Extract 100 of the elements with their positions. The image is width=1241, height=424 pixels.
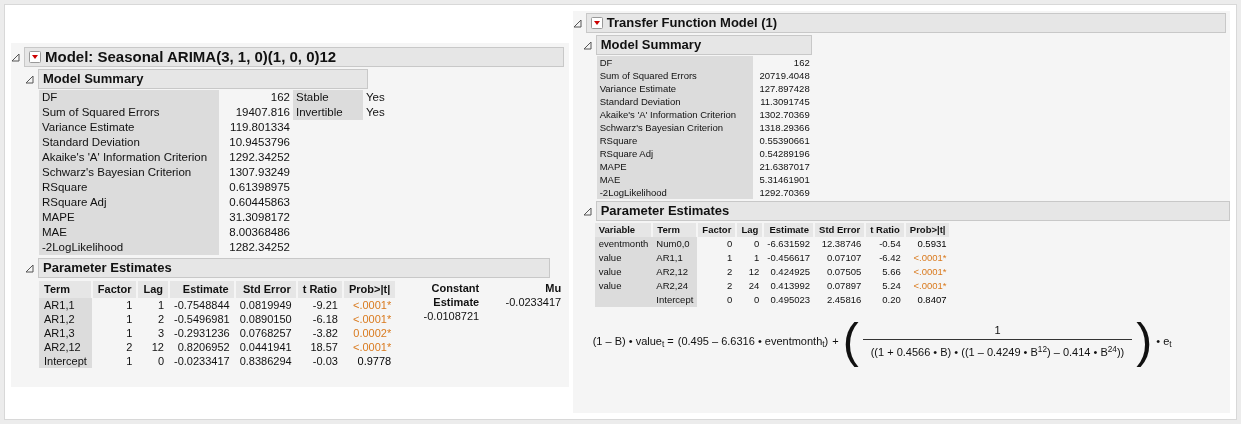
stat-value: 1292.70369 — [758, 186, 811, 199]
table-cell: -0.5496981 — [174, 312, 230, 325]
p-value: <.0001* — [913, 280, 947, 292]
p-value: <.0001* — [353, 312, 392, 325]
column-header: Lag — [736, 223, 764, 238]
stat-value: 0.55390661 — [758, 134, 811, 147]
table-cell: 0 — [727, 238, 733, 250]
table-cell: 5.66 — [882, 266, 901, 278]
column-header: Factor — [91, 281, 138, 298]
p-value: <.0001* — [353, 340, 392, 353]
table-cell: 0.07107 — [826, 252, 862, 264]
section-header[interactable]: Model: Seasonal ARIMA(3, 1, 0)(1, 0, 0)12 — [24, 47, 564, 67]
dropdown-menu-icon[interactable] — [590, 17, 603, 29]
column-header: Estimate — [169, 281, 235, 298]
table-cell: 1 — [126, 298, 133, 311]
column-header: Prob>|t| — [904, 223, 951, 238]
column-header: Factor — [697, 223, 737, 238]
stat-label: MAE — [596, 173, 753, 186]
stat-value: 119.801334 — [229, 120, 291, 135]
column-header: Std Error — [234, 281, 297, 298]
table-cell: value — [598, 266, 622, 278]
table-cell: AR1,1 — [656, 252, 683, 264]
stat-value: 0.54289196 — [758, 147, 811, 160]
table-cell: Num0,0 — [656, 238, 690, 250]
column-header: Estimate — [763, 223, 815, 238]
table-cell: 0.07505 — [826, 266, 862, 278]
table-cell: 0 — [753, 238, 760, 250]
table-cell: 0.07897 — [826, 280, 862, 292]
stat-label: MAE — [39, 225, 219, 240]
stat-label: RSquare Adj — [596, 147, 753, 160]
disclosure-triangle-icon[interactable] — [582, 206, 592, 216]
stat-value: 5.31461901 — [758, 173, 811, 186]
stat-value: 162 — [269, 90, 291, 105]
constant-label: Constant Estimate — [430, 281, 480, 309]
p-value: <.0001* — [913, 266, 947, 278]
column-header: t Ratio — [865, 223, 905, 238]
table-cell: -6.631592 — [767, 238, 811, 250]
stat-label: RSquare — [596, 134, 753, 147]
stat-label: Standard Deviation — [39, 135, 219, 150]
table-cell: -0.456617 — [767, 252, 811, 264]
table-cell: 1 — [126, 326, 133, 339]
section-header[interactable]: Parameter Estimates — [595, 201, 1230, 221]
column-header: t Ratio — [296, 281, 343, 298]
stat-label: Standard Deviation — [596, 95, 753, 108]
table-cell: 3 — [157, 326, 164, 339]
table-cell: 0 — [753, 294, 760, 306]
table-cell: AR1,1 — [44, 298, 75, 311]
check-label: Invertible — [293, 105, 363, 120]
table-cell: 1 — [753, 252, 760, 264]
dropdown-menu-icon[interactable] — [29, 51, 41, 63]
table-cell: 0.0768257 — [239, 326, 292, 339]
table-cell: 12 — [151, 340, 164, 353]
table-cell: 0.424925 — [770, 266, 811, 278]
table-cell: 24 — [748, 280, 760, 292]
section-header[interactable]: Model Summary — [595, 35, 812, 55]
disclosure-triangle-icon[interactable] — [11, 52, 20, 62]
table-cell: 0 — [727, 294, 733, 306]
stat-value: 1307.93249 — [228, 165, 291, 180]
mu-label: Mu — [544, 281, 562, 295]
section-header[interactable]: Model Summary — [38, 69, 368, 89]
table-cell: 0.0819949 — [239, 298, 292, 311]
table-cell: 12 — [748, 266, 760, 278]
table-cell: value — [598, 280, 622, 292]
stat-label: -2LogLikelihood — [39, 240, 219, 255]
stat-label: DF — [596, 56, 753, 69]
table-cell: -0.03 — [312, 354, 338, 367]
stat-value: 19407.816 — [234, 105, 291, 120]
column-header: Std Error — [814, 223, 866, 238]
stat-label: RSquare — [39, 180, 219, 195]
disclosure-triangle-icon[interactable] — [582, 40, 592, 50]
table-cell: -0.54 — [879, 238, 901, 250]
table-cell: AR2,24 — [656, 280, 689, 292]
stat-value: 8.00368486 — [228, 225, 291, 240]
table-cell: 0.20 — [882, 294, 901, 306]
disclosure-triangle-icon[interactable] — [25, 263, 34, 273]
disclosure-triangle-icon[interactable] — [25, 74, 34, 84]
table-cell: 5.24 — [882, 280, 901, 292]
table-cell: AR1,2 — [44, 312, 75, 325]
p-value: 0.8407 — [917, 294, 947, 306]
check-value: Yes — [365, 90, 386, 105]
table-cell: 18.57 — [310, 340, 338, 353]
stat-label: Akaike's 'A' Information Criterion — [39, 150, 219, 165]
table-cell: 0.8386294 — [239, 354, 292, 367]
stat-value: 1302.70369 — [758, 108, 811, 121]
table-cell: -0.2931236 — [174, 326, 230, 339]
section-header[interactable]: Transfer Function Model (1) — [585, 13, 1226, 33]
disclosure-triangle-icon[interactable] — [572, 18, 582, 28]
table-cell: AR2,12 — [656, 266, 689, 278]
table-cell: 1 — [126, 354, 133, 367]
table-cell: 0.0890150 — [239, 312, 292, 325]
mu-value: -0.0233417 — [504, 295, 562, 309]
section-header[interactable]: Parameter Estimates — [38, 258, 550, 278]
table-cell: -0.7548844 — [174, 298, 230, 311]
p-value: 0.0002* — [353, 326, 392, 339]
table-cell: -0.0233417 — [174, 354, 230, 367]
stat-value: 21.6387017 — [758, 160, 811, 173]
stat-value: 20719.4048 — [758, 69, 811, 82]
table-cell: 0.0441941 — [239, 340, 292, 353]
column-header: Prob>|t| — [342, 281, 397, 298]
table-cell: Intercept — [656, 294, 694, 306]
